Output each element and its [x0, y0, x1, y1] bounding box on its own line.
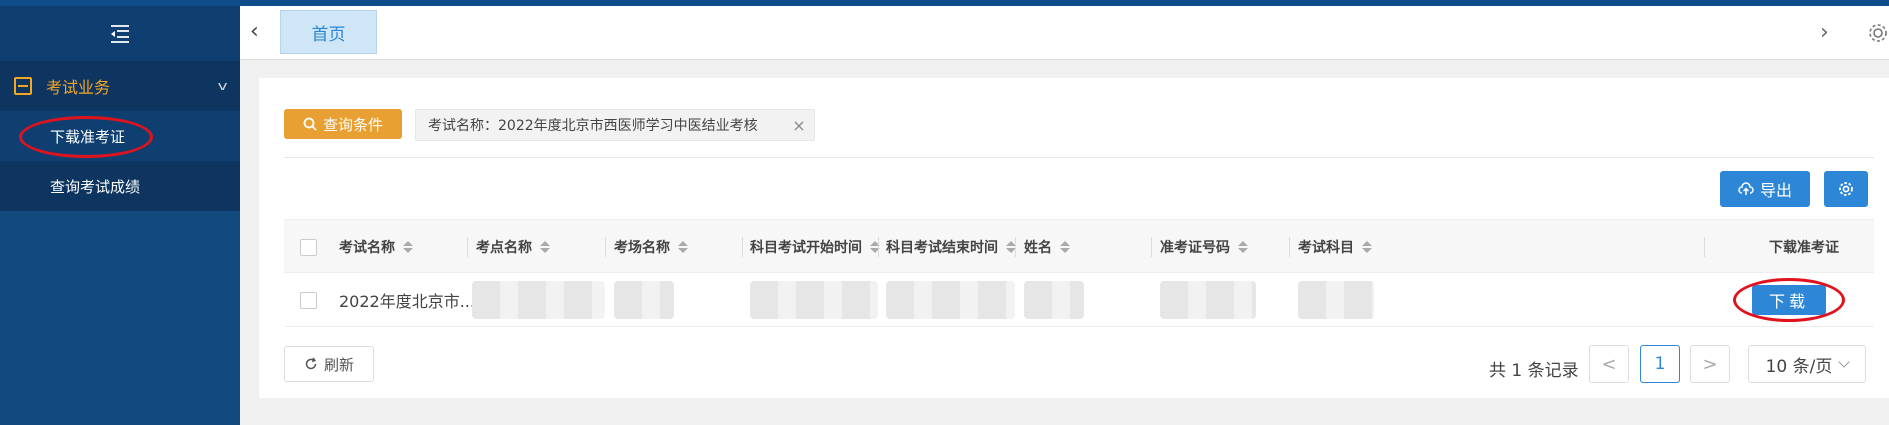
chevron-down-icon: v [217, 79, 228, 93]
menu-fold-icon[interactable] [0, 6, 240, 61]
column-separator [878, 237, 879, 257]
sort-icon[interactable] [540, 241, 550, 253]
table-row[interactable]: 2022年度北京市... 下载 [284, 273, 1874, 327]
menu-fold-glyph [111, 24, 129, 43]
cell-exam-subject-redacted [1298, 273, 1374, 327]
export-label: 导出 [1759, 181, 1792, 200]
sort-icon[interactable] [1238, 241, 1248, 253]
filter-tag-text: 考试名称：2022年度北京市西医师学习中医结业考核 [428, 118, 758, 134]
table-header: 考试名称 考点名称 考场名称 科目考试开始时间 科目考试结束时间 姓名 准考证号… [284, 219, 1874, 273]
search-icon [303, 117, 317, 131]
refresh-label: 刷新 [323, 355, 354, 374]
column-header-label: 考场名称 [614, 240, 670, 256]
book-icon [14, 77, 32, 95]
column-header-label: 姓名 [1024, 240, 1052, 256]
gear-icon[interactable] [1867, 22, 1889, 44]
sort-icon[interactable] [403, 241, 413, 253]
column-header-label: 考试科目 [1298, 240, 1354, 256]
export-button[interactable]: 导出 [1720, 171, 1810, 207]
column-header-label: 科目考试结束时间 [886, 240, 998, 256]
next-page-button[interactable]: > [1690, 345, 1730, 383]
query-conditions-button[interactable]: 查询条件 [284, 109, 402, 139]
select-all-cell [300, 220, 317, 274]
annotation-circle [19, 116, 153, 158]
filter-tag: 考试名称：2022年度北京市西医师学习中医结业考核 × [415, 109, 815, 141]
cell-exam-site-redacted [472, 273, 605, 327]
column-header-name[interactable]: 姓名 [1024, 220, 1070, 274]
query-conditions-label: 查询条件 [322, 115, 383, 134]
column-separator [1151, 237, 1152, 257]
column-separator [742, 237, 743, 257]
sidebar-group-label: 考试业务 [46, 78, 111, 97]
cell-start-time-redacted [750, 273, 878, 327]
table-settings-button[interactable] [1824, 171, 1868, 207]
column-header-download: 下载准考证 [1769, 220, 1839, 274]
row-checkbox[interactable] [300, 291, 317, 309]
select-all-checkbox[interactable] [300, 238, 317, 256]
column-header-exam-name[interactable]: 考试名称 [339, 220, 413, 274]
sort-icon[interactable] [678, 241, 688, 253]
close-icon[interactable]: × [784, 116, 814, 135]
main-panel: 查询条件 考试名称：2022年度北京市西医师学习中医结业考核 × 导出 考试名称… [259, 78, 1889, 398]
refresh-icon [305, 357, 317, 370]
chevron-down-icon [1838, 356, 1851, 368]
column-header-label: 考试名称 [339, 240, 395, 256]
column-separator [467, 237, 468, 257]
sidebar-item-label: 查询考试成绩 [50, 177, 141, 196]
column-header-label: 下载准考证 [1769, 240, 1839, 256]
page-size-select[interactable]: 10 条/页 [1748, 345, 1866, 383]
prev-page-button[interactable]: < [1589, 345, 1629, 383]
tab-home[interactable]: 首页 [280, 10, 377, 54]
cell-exam-name: 2022年度北京市... [339, 292, 475, 311]
sidebar-item-download-admission-ticket[interactable]: 下载准考证 [0, 111, 240, 161]
column-header-exam-room[interactable]: 考场名称 [614, 220, 688, 274]
chevron-right-icon[interactable]: › [1820, 20, 1840, 45]
column-separator [1289, 237, 1290, 257]
sort-icon[interactable] [1362, 241, 1372, 253]
cell-exam-room-redacted [614, 273, 674, 327]
cell-name-redacted [1024, 273, 1084, 327]
chevron-left-icon[interactable]: ‹ [250, 20, 270, 44]
annotation-circle [1733, 278, 1845, 322]
divider [284, 157, 1874, 158]
column-header-end-time[interactable]: 科目考试结束时间 [886, 220, 1016, 274]
sidebar: 考试业务 v 下载准考证 查询考试成绩 [0, 6, 240, 425]
row-select-cell [300, 273, 317, 327]
column-header-label: 科目考试开始时间 [750, 240, 862, 256]
gear-icon [1839, 182, 1853, 196]
column-header-start-time[interactable]: 科目考试开始时间 [750, 220, 880, 274]
sidebar-item-query-exam-score[interactable]: 查询考试成绩 [0, 161, 240, 211]
cloud-upload-icon [1738, 182, 1754, 195]
tab-bar: ‹ 首页 › [240, 6, 1889, 60]
column-separator [1704, 237, 1705, 257]
page-size-value: 10 条/页 [1765, 356, 1833, 377]
sidebar-submenu: 下载准考证 查询考试成绩 [0, 111, 240, 211]
sort-icon[interactable] [1060, 241, 1070, 253]
column-separator [605, 237, 606, 257]
column-header-label: 准考证号码 [1160, 240, 1230, 256]
cell-ticket-number-redacted [1160, 273, 1256, 327]
column-header-exam-subject[interactable]: 考试科目 [1298, 220, 1372, 274]
total-records: 共 1 条记录 [1489, 361, 1579, 381]
column-separator [1015, 237, 1016, 257]
cell-end-time-redacted [886, 273, 1015, 327]
column-header-exam-site[interactable]: 考点名称 [476, 220, 550, 274]
page-button-current[interactable]: 1 [1640, 345, 1680, 383]
column-header-ticket-number[interactable]: 准考证号码 [1160, 220, 1248, 274]
sidebar-group-exam-business[interactable]: 考试业务 v [0, 61, 240, 111]
column-header-label: 考点名称 [476, 240, 532, 256]
refresh-button[interactable]: 刷新 [284, 346, 374, 382]
